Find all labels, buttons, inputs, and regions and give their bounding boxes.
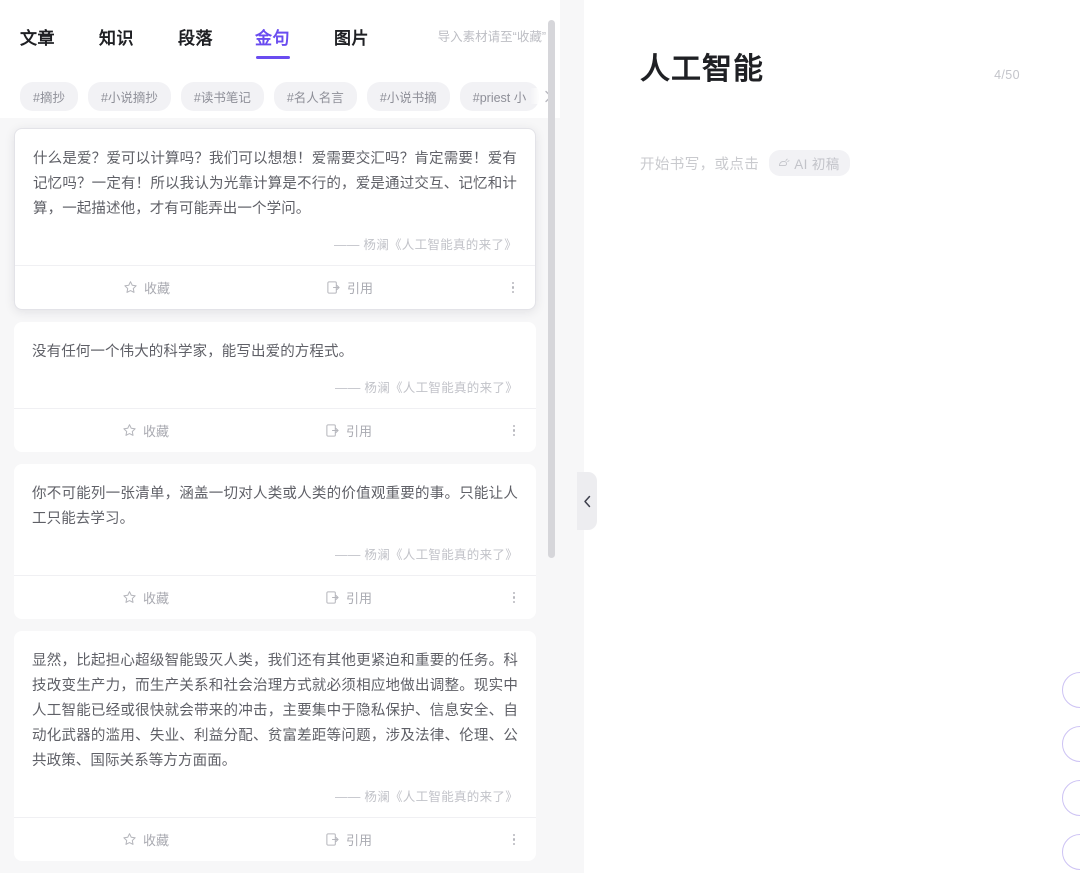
document-editor[interactable]: 人工智能 4/50 开始书写，或点击 AI 初稿 [584, 0, 1080, 873]
quote-source: —— 杨澜《人工智能真的来了》 [32, 786, 518, 805]
quote-source: —— 杨澜《人工智能真的来了》 [32, 544, 518, 563]
quote-label: 引用 [347, 278, 373, 297]
tab-label: 文章 [20, 29, 55, 48]
quote-card[interactable]: 没有任何一个伟大的科学家，能写出爱的方程式。 —— 杨澜《人工智能真的来了》 收… [14, 322, 536, 452]
favorite-button[interactable]: 收藏 [122, 830, 169, 849]
quote-document-icon [325, 832, 340, 847]
quote-card[interactable]: 什么是爱？爱可以计算吗？我们可以想想！爱需要交汇吗？肯定需要！爱有记忆吗？一定有… [14, 128, 536, 310]
favorite-button[interactable]: 收藏 [122, 421, 169, 440]
quote-card-list[interactable]: 什么是爱？爱可以计算吗？我们可以想想！爱需要交汇吗？肯定需要！爱有记忆吗？一定有… [0, 118, 560, 873]
quote-source: —— 杨澜《人工智能真的来了》 [33, 234, 517, 253]
magic-wand-icon [777, 157, 790, 170]
tab-paragraphs[interactable]: 段落 [178, 24, 213, 65]
more-vertical-icon[interactable] [506, 423, 522, 439]
tag-label: #名人名言 [287, 91, 344, 105]
favorite-label: 收藏 [143, 588, 169, 607]
quote-card-body: 显然，比起担心超级智能毁灭人类，我们还有其他更紧迫和重要的任务。科技改变生产力，… [14, 631, 536, 817]
tag-chip[interactable]: #名人名言 [274, 82, 357, 111]
document-counter: 4/50 [994, 68, 1020, 82]
tab-knowledge[interactable]: 知识 [99, 24, 134, 65]
quote-card-body: 你不可能列一张清单，涵盖一切对人类或人类的价值观重要的事。只能让人工只能去学习。… [14, 464, 536, 575]
quote-card-body: 没有任何一个伟大的科学家，能写出爱的方程式。 —— 杨澜《人工智能真的来了》 [14, 322, 536, 408]
more-vertical-icon[interactable] [506, 590, 522, 606]
tag-chip[interactable]: #小说书摘 [367, 82, 450, 111]
tab-articles[interactable]: 文章 [20, 24, 55, 65]
floating-action-button[interactable] [1062, 780, 1080, 816]
tag-chip[interactable]: #摘抄 [20, 82, 78, 111]
quote-label: 引用 [346, 588, 372, 607]
tab-label: 金句 [255, 29, 290, 48]
quote-card-footer: 收藏 引用 [14, 575, 536, 619]
document-title[interactable]: 人工智能 [640, 44, 764, 88]
more-vertical-icon[interactable] [506, 832, 522, 848]
editor-placeholder: 开始书写，或点击 AI 初稿 [640, 150, 1024, 176]
quote-text: 什么是爱？爱可以计算吗？我们可以想想！爱需要交汇吗？肯定需要！爱有记忆吗？一定有… [33, 147, 517, 222]
quote-document-icon [326, 280, 341, 295]
tab-golden-sentences[interactable]: 金句 [255, 24, 290, 65]
tag-label: #priest 小 [473, 91, 527, 105]
favorite-label: 收藏 [143, 830, 169, 849]
star-icon [122, 423, 137, 438]
star-icon [122, 590, 137, 605]
tag-chip[interactable]: #priest 小 [460, 82, 540, 111]
favorite-label: 收藏 [144, 278, 170, 297]
tab-label: 段落 [178, 29, 213, 48]
quote-card[interactable]: 显然，比起担心超级智能毁灭人类，我们还有其他更紧迫和重要的任务。科技改变生产力，… [14, 631, 536, 861]
category-tabbar: 文章 知识 段落 金句 图片 导入素材请至“收藏” [0, 0, 560, 74]
quote-button[interactable]: 引用 [325, 830, 372, 849]
quote-label: 引用 [346, 421, 372, 440]
quote-button[interactable]: 引用 [325, 588, 372, 607]
favorite-button[interactable]: 收藏 [122, 588, 169, 607]
quote-card-footer: 收藏 引用 [15, 265, 535, 309]
library-scrollbar[interactable] [548, 0, 555, 873]
panel-divider [560, 0, 584, 873]
editor-header: 人工智能 4/50 [640, 44, 1024, 88]
star-icon [123, 280, 138, 295]
material-library-panel: 文章 知识 段落 金句 图片 导入素材请至“收藏” #摘抄 #小说摘抄 #读书笔… [0, 0, 560, 873]
tag-chip[interactable]: #小说摘抄 [88, 82, 171, 111]
ai-draft-label: AI 初稿 [794, 153, 840, 173]
app-root: 文章 知识 段落 金句 图片 导入素材请至“收藏” #摘抄 #小说摘抄 #读书笔… [0, 0, 1080, 873]
import-hint-text: 导入素材请至“收藏” [438, 24, 546, 45]
tag-chip[interactable]: #读书笔记 [181, 82, 264, 111]
tab-label: 知识 [99, 29, 134, 48]
quote-button[interactable]: 引用 [325, 421, 372, 440]
quote-text: 显然，比起担心超级智能毁灭人类，我们还有其他更紧迫和重要的任务。科技改变生产力，… [32, 649, 518, 774]
tab-images[interactable]: 图片 [334, 24, 369, 65]
quote-text: 你不可能列一张清单，涵盖一切对人类或人类的价值观重要的事。只能让人工只能去学习。 [32, 482, 518, 532]
favorite-label: 收藏 [143, 421, 169, 440]
quote-source: —— 杨澜《人工智能真的来了》 [32, 377, 518, 396]
quote-document-icon [325, 590, 340, 605]
quote-card-footer: 收藏 引用 [14, 817, 536, 861]
floating-action-button[interactable] [1062, 726, 1080, 762]
chevron-left-icon [583, 495, 592, 508]
star-icon [122, 832, 137, 847]
placeholder-text: 开始书写，或点击 [640, 153, 759, 174]
tag-label: #摘抄 [33, 91, 65, 105]
tag-label: #小说摘抄 [101, 91, 158, 105]
floating-action-stack [1062, 672, 1080, 870]
tab-label: 图片 [334, 29, 369, 48]
more-vertical-icon[interactable] [505, 280, 521, 296]
floating-action-button[interactable] [1062, 672, 1080, 708]
tag-label: #小说书摘 [380, 91, 437, 105]
quote-text: 没有任何一个伟大的科学家，能写出爱的方程式。 [32, 340, 518, 365]
ai-draft-button[interactable]: AI 初稿 [769, 150, 850, 176]
tag-label: #读书笔记 [194, 91, 251, 105]
quote-card[interactable]: 你不可能列一张清单，涵盖一切对人类或人类的价值观重要的事。只能让人工只能去学习。… [14, 464, 536, 619]
quote-card-body: 什么是爱？爱可以计算吗？我们可以想想！爱需要交汇吗？肯定需要！爱有记忆吗？一定有… [15, 129, 535, 265]
favorite-button[interactable]: 收藏 [123, 278, 170, 297]
quote-label: 引用 [346, 830, 372, 849]
collapse-panel-button[interactable] [577, 472, 597, 530]
tag-filter-bar: #摘抄 #小说摘抄 #读书笔记 #名人名言 #小说书摘 #priest 小 [0, 74, 560, 118]
scrollbar-thumb[interactable] [548, 20, 555, 558]
quote-button[interactable]: 引用 [326, 278, 373, 297]
quote-document-icon [325, 423, 340, 438]
floating-action-button[interactable] [1062, 834, 1080, 870]
quote-card-footer: 收藏 引用 [14, 408, 536, 452]
